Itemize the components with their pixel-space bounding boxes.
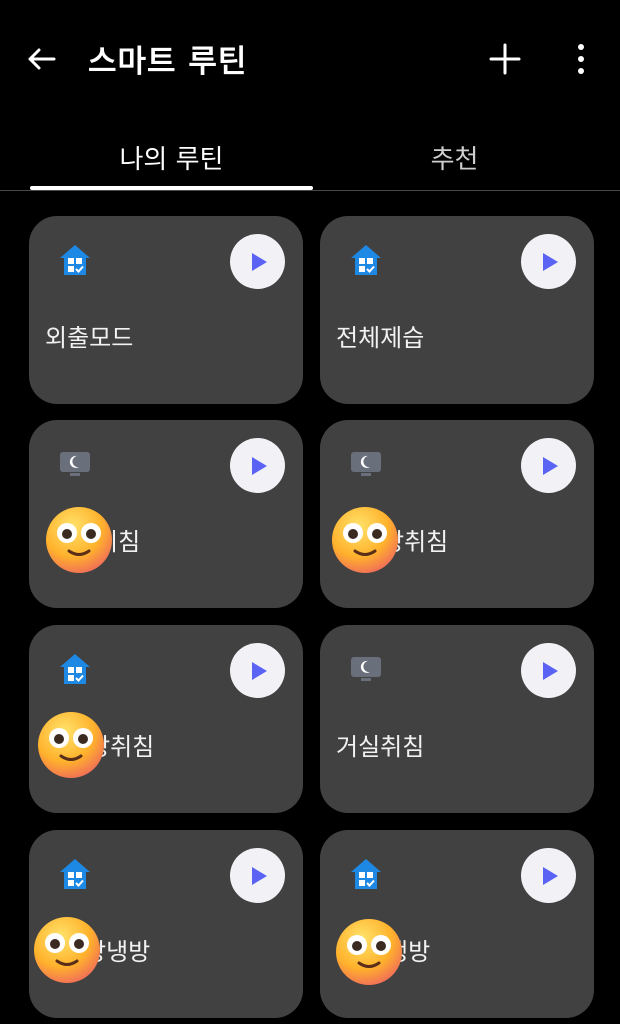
smiley-emoji-sticker bbox=[334, 917, 404, 987]
smiley-emoji-sticker bbox=[330, 505, 400, 575]
play-button[interactable] bbox=[230, 643, 285, 698]
routine-card[interactable]: 외출모드 bbox=[29, 216, 303, 404]
home-icon bbox=[348, 856, 384, 892]
add-icon[interactable] bbox=[486, 40, 524, 78]
home-icon bbox=[57, 651, 93, 687]
play-button[interactable] bbox=[521, 848, 576, 903]
app-bar: 스마트 루틴 bbox=[0, 0, 620, 115]
tab-bar: 나의 루틴 추천 bbox=[0, 125, 620, 193]
smiley-emoji-sticker bbox=[36, 710, 106, 780]
routine-card[interactable]: 거실취침 bbox=[320, 625, 594, 813]
smiley-emoji-sticker bbox=[32, 915, 102, 985]
home-icon bbox=[57, 242, 93, 278]
tab-divider bbox=[0, 190, 620, 191]
play-button[interactable] bbox=[230, 848, 285, 903]
page-title: 스마트 루틴 bbox=[88, 44, 248, 80]
tab-recommended[interactable]: 추천 bbox=[313, 125, 596, 189]
tab-my-routines[interactable]: 나의 루틴 bbox=[30, 125, 313, 189]
routine-name: 외출모드 bbox=[45, 324, 134, 352]
more-options-icon[interactable] bbox=[566, 40, 596, 78]
play-button[interactable] bbox=[521, 643, 576, 698]
back-arrow-icon[interactable] bbox=[22, 40, 60, 78]
smiley-emoji-sticker bbox=[44, 505, 114, 575]
play-button[interactable] bbox=[521, 438, 576, 493]
routine-name: 거실취침 bbox=[336, 733, 425, 761]
routine-name: 전체제습 bbox=[336, 324, 425, 352]
monitor-moon-icon bbox=[348, 446, 384, 482]
monitor-moon-icon bbox=[57, 446, 93, 482]
monitor-moon-icon bbox=[348, 651, 384, 687]
routine-card[interactable]: 전체제습 bbox=[320, 216, 594, 404]
play-button[interactable] bbox=[230, 438, 285, 493]
play-button[interactable] bbox=[230, 234, 285, 289]
play-button[interactable] bbox=[521, 234, 576, 289]
home-icon bbox=[57, 856, 93, 892]
home-icon bbox=[348, 242, 384, 278]
